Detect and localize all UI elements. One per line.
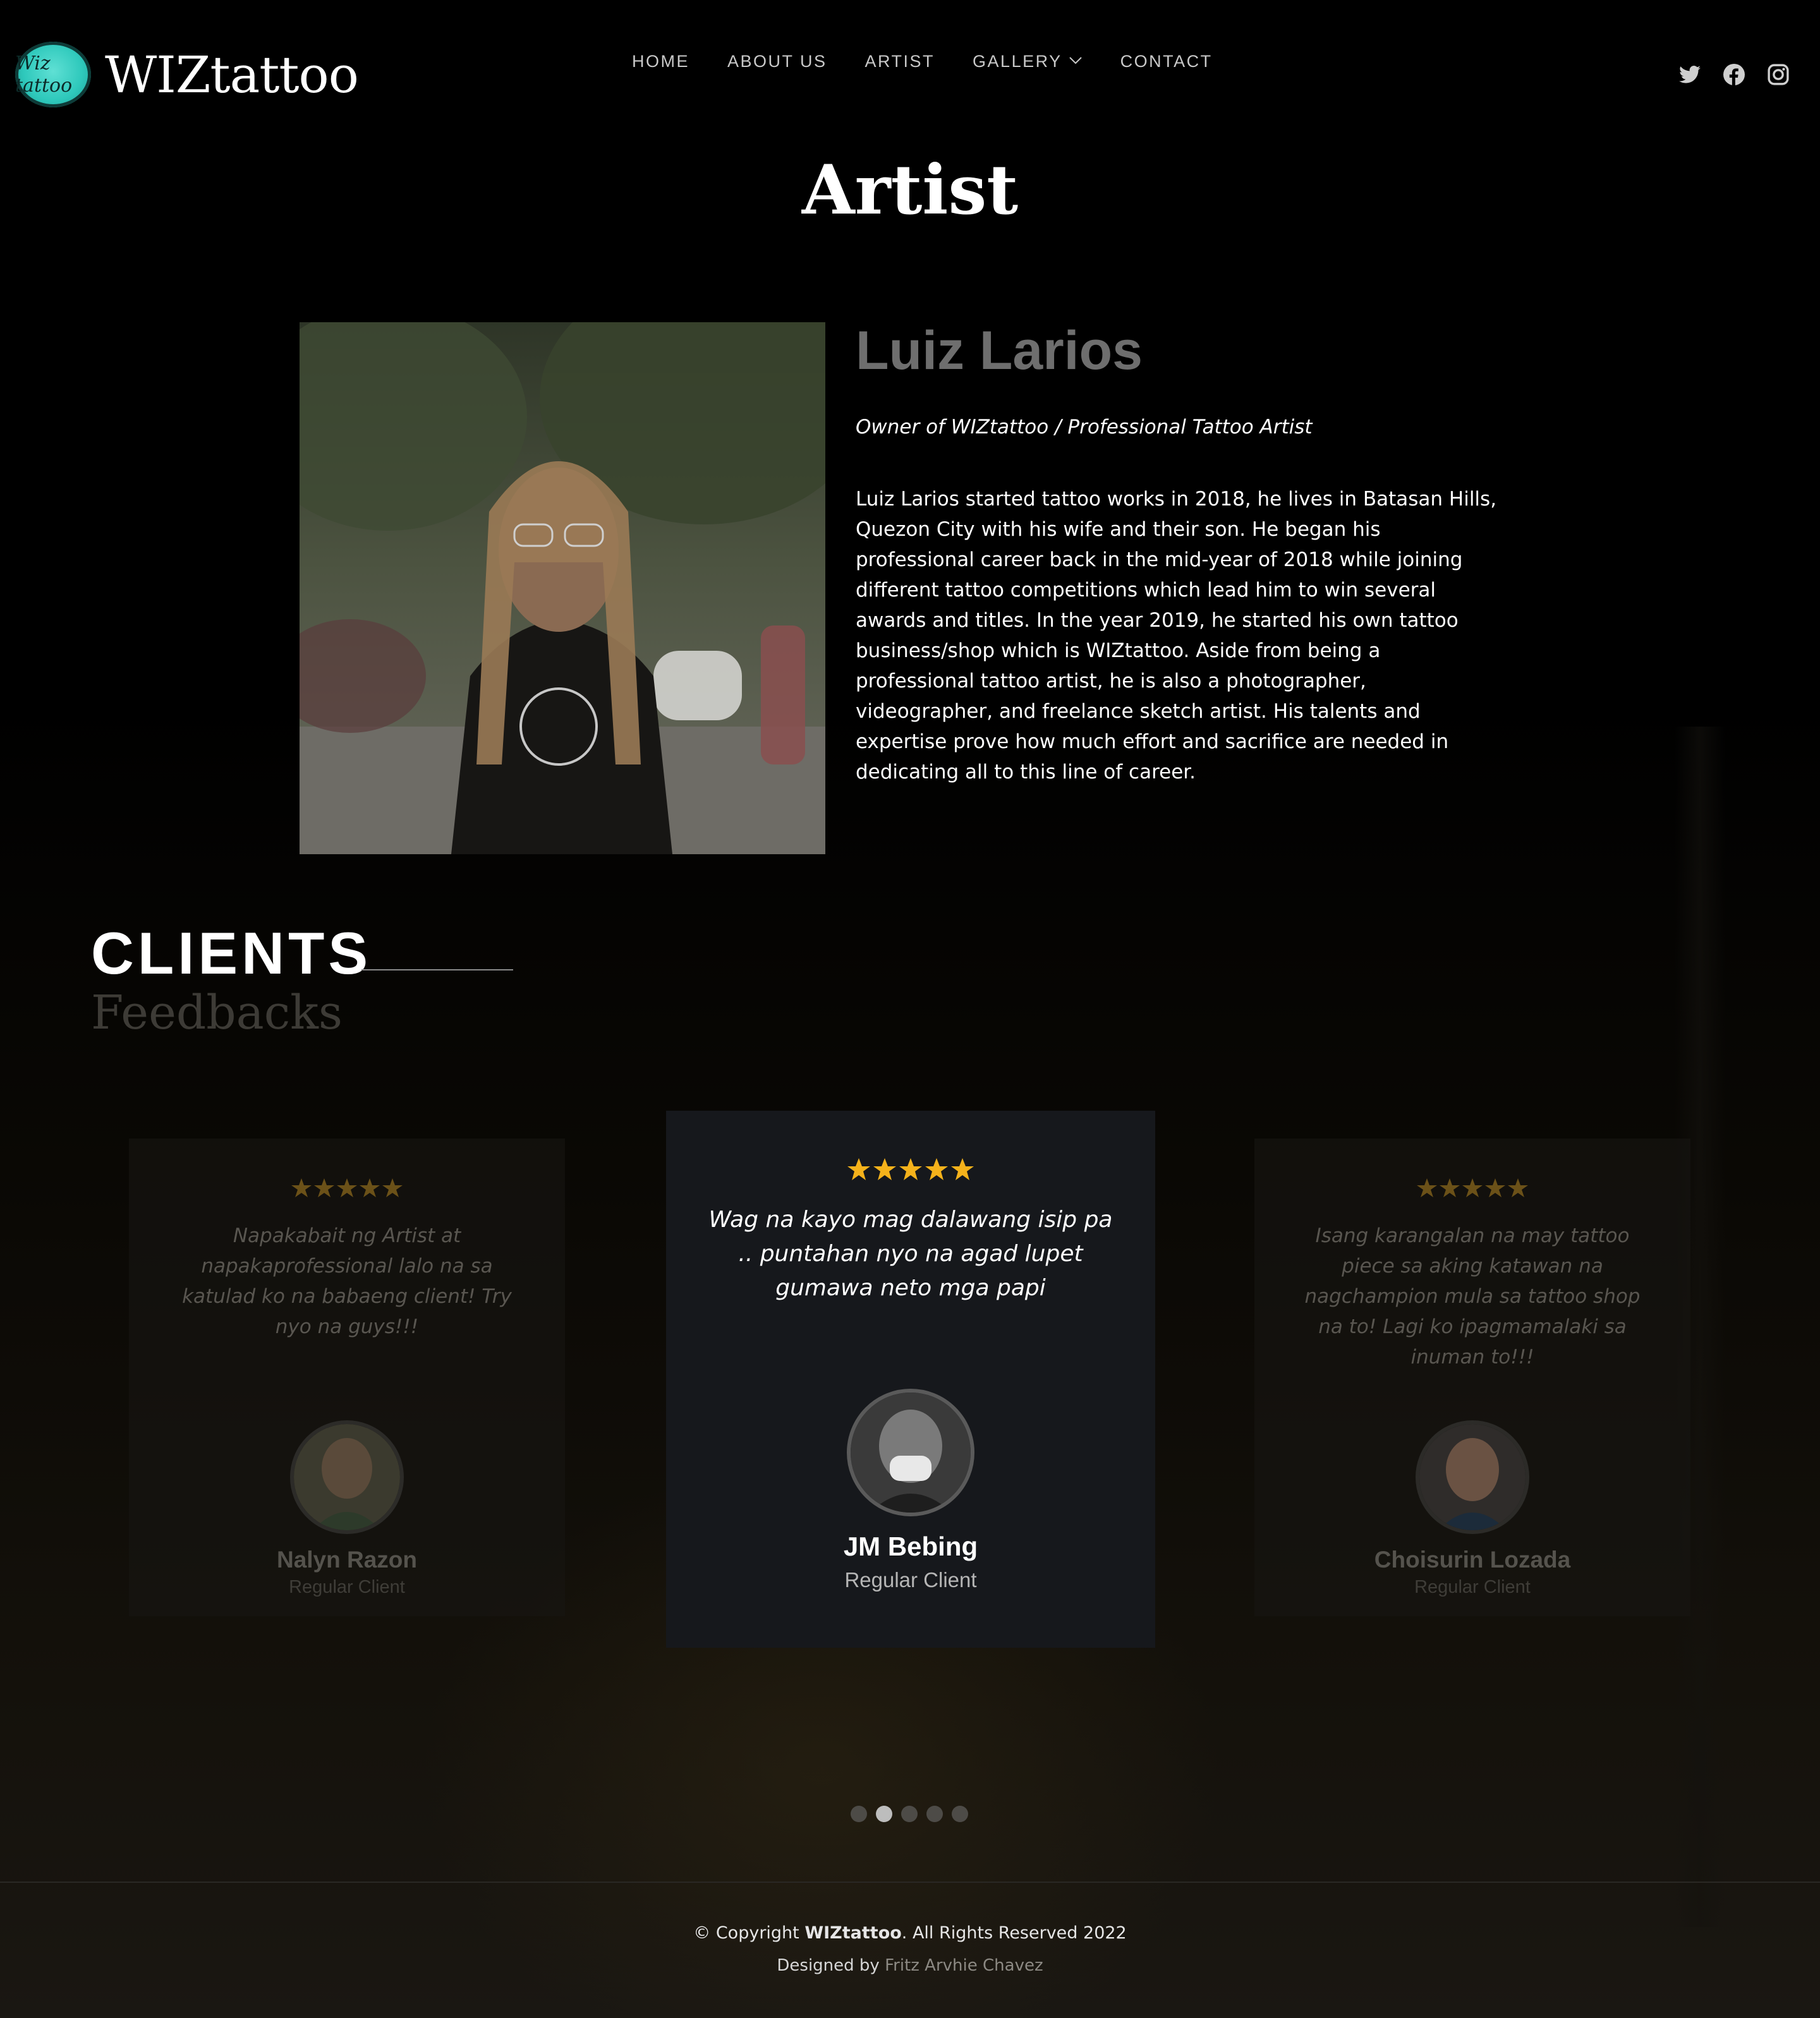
nav-home[interactable]: HOME bbox=[632, 52, 689, 71]
copyright-brand: WIZtattoo bbox=[804, 1923, 902, 1943]
designer-link[interactable]: Fritz Arvhie Chavez bbox=[885, 1956, 1043, 1975]
testimonial-quote: Isang karangalan na may tattoo piece sa … bbox=[1304, 1224, 1641, 1368]
client-name: Nalyn Razon bbox=[276, 1547, 418, 1573]
artist-photo bbox=[300, 322, 825, 854]
nav-artist[interactable]: ARTIST bbox=[865, 52, 935, 71]
clients-heading: CLIENTS bbox=[91, 920, 372, 986]
rating-stars-icon bbox=[291, 1178, 403, 1197]
avatar bbox=[847, 1389, 974, 1516]
carousel-pagination bbox=[851, 1806, 968, 1822]
site-header: Wiz tattoo WIZtattoo HOME ABOUT US ARTIS… bbox=[0, 0, 1820, 139]
rating-stars-icon bbox=[847, 1158, 974, 1180]
testimonial-quote: Wag na kayo mag dalawang isip pa .. punt… bbox=[708, 1207, 1113, 1301]
client-type: Regular Client bbox=[1414, 1577, 1531, 1597]
nav-contact[interactable]: CONTACT bbox=[1120, 52, 1213, 71]
artist-name: Luiz Larios bbox=[856, 320, 1143, 381]
nav-gallery[interactable]: GALLERY bbox=[973, 52, 1083, 71]
page-title: Artist bbox=[801, 150, 1019, 230]
client-name: JM Bebing bbox=[843, 1532, 978, 1561]
testimonial-quote: Napakabait ng Artist at napakaprofession… bbox=[182, 1224, 512, 1338]
nav-about-us[interactable]: ABOUT US bbox=[727, 52, 827, 71]
clients-heading-divider bbox=[361, 969, 513, 970]
copyright-suffix: . All Rights Reserved 2022 bbox=[901, 1923, 1127, 1943]
nav-gallery-label: GALLERY bbox=[973, 52, 1062, 71]
twitter-icon[interactable] bbox=[1678, 63, 1701, 86]
pagination-dot[interactable] bbox=[851, 1806, 867, 1822]
site-logo[interactable]: Wiz tattoo WIZtattoo bbox=[15, 42, 359, 107]
chevron-down-icon bbox=[1069, 54, 1083, 69]
testimonial-card[interactable]: Napakabait ng Artist at napakaprofession… bbox=[129, 1139, 565, 1616]
logo-wordmark: WIZtattoo bbox=[105, 45, 359, 104]
logo-badge-icon: Wiz tattoo bbox=[15, 42, 91, 107]
rating-stars-icon bbox=[1417, 1178, 1528, 1197]
footer-divider bbox=[0, 1882, 1820, 1883]
copyright-prefix: © Copyright bbox=[693, 1923, 805, 1943]
facebook-icon[interactable] bbox=[1723, 63, 1745, 86]
pagination-dot[interactable] bbox=[926, 1806, 943, 1822]
footer-credits: Designed by Fritz Arvhie Chavez bbox=[0, 1956, 1820, 1975]
instagram-icon[interactable] bbox=[1767, 63, 1790, 86]
avatar bbox=[1416, 1420, 1529, 1534]
artist-role: Owner of WIZtattoo / Professional Tattoo… bbox=[856, 416, 1313, 438]
logo-badge-text: Wiz tattoo bbox=[15, 52, 73, 97]
main-navigation: HOME ABOUT US ARTIST GALLERY CONTACT bbox=[632, 52, 1251, 71]
client-type: Regular Client bbox=[844, 1568, 977, 1592]
social-links bbox=[1678, 63, 1790, 86]
footer-copyright: © Copyright WIZtattoo. All Rights Reserv… bbox=[0, 1923, 1820, 1943]
pagination-dot[interactable] bbox=[901, 1806, 918, 1822]
testimonial-card-active[interactable]: Wag na kayo mag dalawang isip pa .. punt… bbox=[666, 1111, 1155, 1648]
pagination-dot-active[interactable] bbox=[876, 1806, 892, 1822]
artist-bio: Luiz Larios started tattoo works in 2018… bbox=[856, 488, 1497, 783]
pagination-dot[interactable] bbox=[952, 1806, 968, 1822]
designed-by-label: Designed by bbox=[777, 1956, 885, 1975]
clients-subheading: Feedbacks bbox=[91, 986, 343, 1040]
testimonial-card[interactable]: Isang karangalan na may tattoo piece sa … bbox=[1254, 1139, 1690, 1616]
client-name: Choisurin Lozada bbox=[1374, 1547, 1571, 1573]
avatar bbox=[290, 1420, 404, 1534]
client-type: Regular Client bbox=[289, 1577, 405, 1597]
